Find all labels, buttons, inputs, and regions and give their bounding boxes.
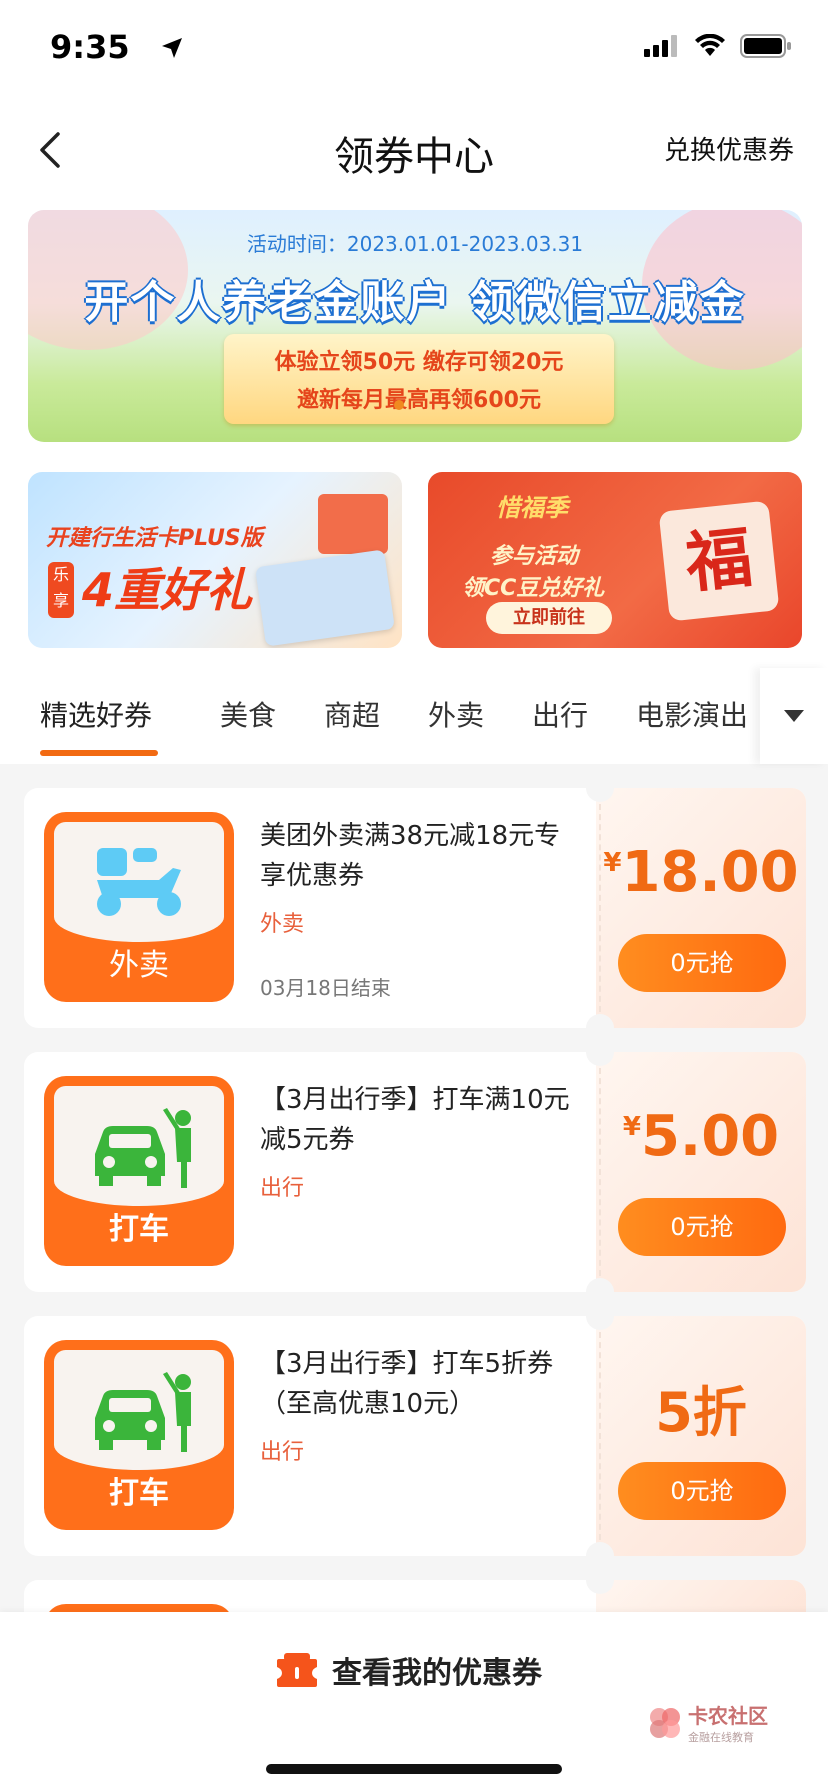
banner-headline: 开个人养老金账户 领微信立减金 [84,277,746,328]
amount-value: 5折 [655,1381,747,1444]
banner-reward-box: 体验立领50元 缴存可领20元 邀新每月最高再领600元 [224,334,614,424]
grab-coupon-button[interactable]: 0元抢 [618,1462,786,1520]
tab-movies-shows[interactable]: 电影演出 [636,694,748,734]
status-time: 9:35 [50,28,130,66]
banner-time: 活动时间：2023.01.01-2023.03.31 [246,232,584,256]
tab-takeout[interactable]: 外卖 [428,694,484,734]
cc-bean-banner[interactable]: 惜福季 参与活动 领CC豆兑好礼 立即前往 福 [428,472,802,648]
coupon-category: 出行 [260,1440,305,1465]
takeout-coupon-icon: 外卖 [44,812,234,1002]
tab-food[interactable]: 美食 [220,694,276,734]
coupon-icon-label: 打车 [109,1476,169,1511]
coupon-title: 【3月出行季】打车满10元减5元券 [260,1085,570,1155]
pension-account-banner[interactable]: 活动时间：2023.01.01-2023.03.31 开个人养老金账户 领微信立… [28,210,802,442]
coupon-value-panel [596,788,806,1028]
tab-featured[interactable]: 精选好券 [40,694,152,734]
coupon-category: 外卖 [260,912,305,937]
scooter-icon [97,848,181,916]
plus-banner-title: 开建行生活卡PLUS版 [46,526,263,551]
coupon-category: 出行 [260,1176,305,1201]
coupon-divider [599,804,601,1012]
gift-box-icon [318,494,388,554]
banner-reward-line2: 邀新每月最高再领600元 [297,388,541,413]
coupon-amount: ¥18.00 [596,840,806,905]
coupon-amount: 5折 [596,1368,806,1447]
coupon-icon-label: 打车 [109,1212,169,1247]
coupon-card: 外卖 美团外卖满38元减18元专享优惠券 外卖 03月18日结束 ¥18.00 … [24,788,806,1028]
home-indicator [266,1764,562,1774]
grab-coupon-button[interactable]: 0元抢 [618,934,786,992]
tab-supermarket[interactable]: 商超 [324,694,380,734]
xifu-logo: 惜福季 [496,494,568,522]
coupon-end-date: 03月18日结束 [260,976,391,1000]
taxi-car-icon [95,1372,191,1452]
coupon-value-panel [596,1052,806,1292]
coupon-card: 打车 【3月出行季】打车5折券（至高优惠10元） 出行 5折 0元抢 [24,1316,806,1556]
ticket-icon [277,1653,317,1687]
banner-reward-line1: 体验立领50元 缴存可领20元 [274,350,564,375]
coupon-title: 美团外卖满38元减18元专享优惠券 [260,821,561,891]
carousel-indicator [394,400,404,410]
coupon-card: 打车 【3月出行季】打车满10元减5元券 出行 ¥5.00 0元抢 [24,1052,806,1292]
cc-banner-line1: 参与活动 [490,544,579,569]
currency-symbol: ¥ [603,848,622,878]
taxi-coupon-icon: 打车 [44,1076,234,1266]
amount-value: 18.00 [621,840,799,905]
redeem-coupon-link[interactable]: 兑换优惠券 [664,130,794,167]
coupon-divider [599,1068,601,1276]
my-coupons-link[interactable]: 查看我的优惠券 [276,1648,542,1692]
plus-card-banner[interactable]: 开建行生活卡PLUS版 乐享 4重好礼 [28,472,402,648]
nav-bar: 领券中心 兑换优惠券 [0,100,828,200]
cc-banner-line2: 领CC豆兑好礼 [462,576,605,601]
grab-coupon-button[interactable]: 0元抢 [618,1198,786,1256]
amount-value: 5.00 [640,1104,780,1169]
wifi-icon [695,34,725,56]
my-coupons-label: 查看我的优惠券 [332,1656,542,1691]
category-tabs: 精选好券 美食 商超 外卖 出行 电影演出 [0,668,828,764]
more-tabs-button[interactable] [760,668,828,764]
battery-icon [740,34,791,58]
active-tab-indicator [40,750,158,756]
watermark-subtitle: 金融在线教育 [688,1731,754,1744]
cellular-signal-icon [644,35,677,57]
fu-character-image: 福 [658,500,780,622]
bank-card-image [255,549,395,647]
status-bar: 9:35 [0,0,828,100]
tab-travel[interactable]: 出行 [532,694,588,734]
status-indicators [644,34,792,58]
bottom-bar: 查看我的优惠券 卡农社区 金融在线教育 [0,1612,828,1792]
watermark-title: 卡农社区 [688,1704,768,1728]
currency-symbol: ¥ [622,1112,641,1142]
kanong-logo-icon [650,1707,680,1738]
coupon-amount: ¥5.00 [596,1104,806,1169]
location-arrow-icon [162,38,182,58]
coupon-icon-label: 外卖 [109,948,169,983]
taxi-coupon-icon: 打车 [44,1340,234,1530]
coupon-title: 【3月出行季】打车5折券（至高优惠10元） [260,1349,554,1419]
triangle-down-icon [784,710,804,722]
plus-banner-tag: 乐享 [48,562,74,618]
taxi-car-icon [95,1108,191,1188]
go-now-button[interactable]: 立即前往 [486,602,612,634]
watermark: 卡农社区 金融在线教育 [646,1700,768,1745]
plus-banner-big: 4重好礼 [82,563,253,617]
